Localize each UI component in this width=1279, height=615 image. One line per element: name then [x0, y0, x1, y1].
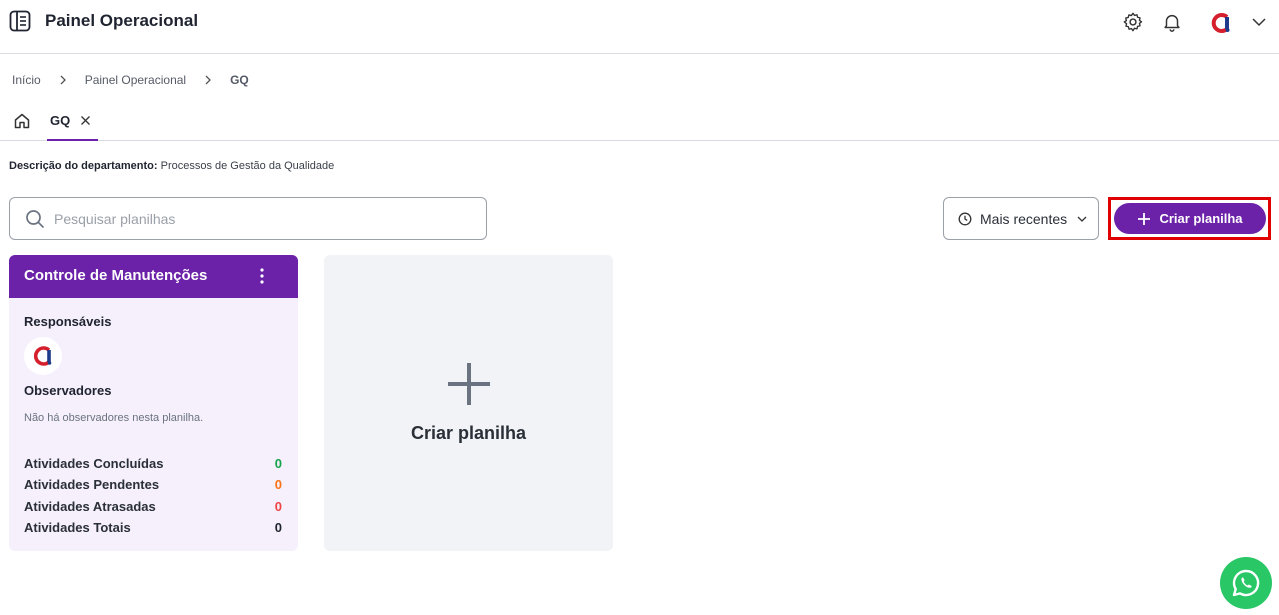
sort-label: Mais recentes — [980, 210, 1068, 227]
stat-row: Atividades Totais 0 — [24, 520, 284, 535]
department-description: Descrição do departamento: Processos de … — [9, 160, 334, 172]
avatar — [24, 337, 62, 375]
sheet-card[interactable]: Controle de Manutenções Responsáveis Obs… — [9, 255, 298, 551]
create-button-highlight: Criar planilha — [1108, 197, 1271, 240]
gear-icon[interactable] — [1122, 11, 1144, 33]
more-options-icon[interactable] — [255, 267, 269, 285]
search-input[interactable] — [54, 210, 474, 227]
chevron-right-icon — [60, 75, 66, 85]
stat-label: Atividades Totais — [24, 520, 131, 535]
stat-label: Atividades Pendentes — [24, 477, 160, 492]
breadcrumb: Início Painel Operacional GQ — [12, 73, 249, 87]
menu-book-icon[interactable] — [9, 10, 31, 32]
stat-value: 0 — [274, 520, 282, 535]
stat-value: 0 — [274, 477, 282, 492]
department-value: Processos de Gestão da Qualidade — [160, 160, 335, 172]
create-sheet-card[interactable]: Criar planilha — [324, 255, 613, 551]
avatar-logo — [33, 346, 52, 366]
plus-icon — [448, 363, 490, 405]
whatsapp-icon — [1232, 569, 1260, 597]
breadcrumb-item-inicio[interactable]: Início — [12, 73, 41, 87]
sheet-card-title: Controle de Manutenções — [24, 267, 208, 284]
tab-bar: GQ — [0, 102, 1279, 141]
stat-value: 0 — [274, 456, 282, 471]
clock-icon — [958, 212, 972, 225]
stat-value: 0 — [274, 499, 282, 514]
app-title: Painel Operacional — [45, 11, 199, 30]
observers-label: Observadores — [24, 383, 112, 398]
stat-label: Atividades Concluídas — [24, 456, 164, 471]
stat-label: Atividades Atrasadas — [24, 499, 156, 514]
responsible-label: Responsáveis — [24, 314, 112, 329]
avatar-logo[interactable] — [1208, 10, 1234, 36]
chevron-right-icon — [205, 75, 212, 85]
chevron-down-icon[interactable] — [1251, 14, 1267, 30]
home-icon[interactable] — [13, 112, 31, 130]
sort-dropdown[interactable]: Mais recentes — [943, 197, 1099, 240]
create-sheet-label: Criar planilha — [1159, 211, 1243, 226]
whatsapp-button[interactable] — [1220, 557, 1272, 609]
stat-row: Atividades Pendentes 0 — [24, 477, 284, 492]
tab-gq[interactable]: GQ — [47, 102, 98, 141]
tab-gq-label: GQ — [50, 113, 71, 128]
observers-empty-text: Não há observadores nesta planilha. — [24, 412, 204, 424]
breadcrumb-item-painel[interactable]: Painel Operacional — [85, 73, 186, 87]
stat-row: Atividades Atrasadas 0 — [24, 499, 284, 514]
sheet-card-header: Controle de Manutenções — [9, 255, 298, 298]
create-sheet-button[interactable]: Criar planilha — [1114, 203, 1266, 234]
breadcrumb-item-current: GQ — [230, 73, 249, 87]
close-icon[interactable] — [80, 115, 91, 126]
create-sheet-card-label: Criar planilha — [410, 423, 527, 443]
chevron-down-icon — [1077, 216, 1087, 222]
department-label: Descrição do departamento: — [9, 160, 158, 172]
stat-row: Atividades Concluídas 0 — [24, 456, 284, 471]
search-box — [9, 197, 487, 240]
search-icon — [26, 209, 45, 228]
plus-icon — [1138, 212, 1151, 225]
bell-icon[interactable] — [1161, 11, 1183, 33]
top-bar: Painel Operacional — [0, 0, 1279, 54]
